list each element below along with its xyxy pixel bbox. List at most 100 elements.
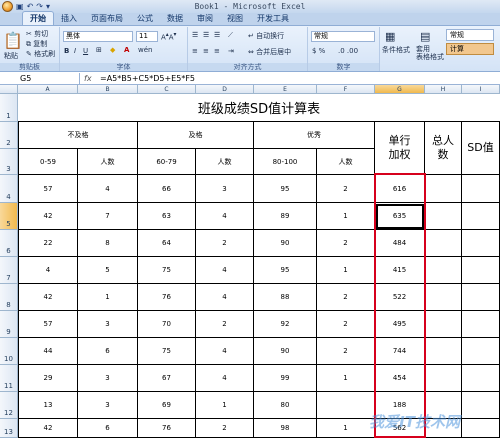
font-name-select[interactable]: 黑体	[63, 31, 133, 42]
group-excellent-header[interactable]: 优秀	[254, 122, 375, 149]
cell-f6[interactable]: 2	[317, 230, 375, 257]
cell-f9[interactable]: 2	[317, 311, 375, 338]
cell-e10[interactable]: 90	[254, 338, 317, 365]
align-center-icon[interactable]: ≡	[203, 47, 209, 55]
total-count-header[interactable]: 总人 数	[425, 122, 462, 175]
cell-f10[interactable]: 2	[317, 338, 375, 365]
cell-a6[interactable]: 22	[18, 230, 78, 257]
cell-h4[interactable]	[425, 175, 462, 203]
cell-i7[interactable]	[462, 257, 500, 284]
col-header-b[interactable]: B	[78, 85, 138, 94]
col-header-h[interactable]: H	[425, 85, 462, 94]
tab-insert[interactable]: 插入	[54, 12, 84, 25]
subheader-range-fail[interactable]: 0-59	[18, 149, 78, 175]
cell-i10[interactable]	[462, 338, 500, 365]
subheader-count-pass[interactable]: 人数	[196, 149, 254, 175]
subheader-count-excellent[interactable]: 人数	[317, 149, 375, 175]
cell-i8[interactable]	[462, 284, 500, 311]
cell-d6[interactable]: 2	[196, 230, 254, 257]
cell-b9[interactable]: 3	[78, 311, 138, 338]
align-middle-icon[interactable]: ☰	[203, 31, 209, 39]
row-header-13[interactable]: 13	[0, 419, 18, 438]
cell-d12[interactable]: 1	[196, 392, 254, 419]
cell-d5[interactable]: 4	[196, 203, 254, 230]
cell-f8[interactable]: 2	[317, 284, 375, 311]
row-header-2[interactable]: 2	[0, 122, 18, 149]
wrap-text-button[interactable]: ↵ 自动换行	[248, 31, 284, 41]
cell-f11[interactable]: 1	[317, 365, 375, 392]
align-bottom-icon[interactable]: ☰	[214, 31, 220, 39]
decimal-icon[interactable]: .0 .00	[338, 47, 358, 55]
cell-c6[interactable]: 64	[138, 230, 196, 257]
cell-a8[interactable]: 42	[18, 284, 78, 311]
fill-color-icon[interactable]: ◆	[110, 46, 115, 54]
cell-c8[interactable]: 76	[138, 284, 196, 311]
cell-e6[interactable]: 90	[254, 230, 317, 257]
cell-c4[interactable]: 66	[138, 175, 196, 203]
row-header-9[interactable]: 9	[0, 311, 18, 338]
cell-g11[interactable]: 454	[375, 365, 425, 392]
subheader-count-fail[interactable]: 人数	[78, 149, 138, 175]
row-header-5[interactable]: 5	[0, 203, 18, 230]
cell-g5[interactable]: 635	[375, 203, 425, 230]
cell-a4[interactable]: 57	[18, 175, 78, 203]
style-normal[interactable]: 常规	[446, 29, 494, 41]
row-weight-header[interactable]: 单行 加权	[375, 122, 425, 175]
tab-view[interactable]: 视图	[220, 12, 250, 25]
table-format-icon[interactable]: ▤	[420, 30, 430, 43]
cell-g8[interactable]: 522	[375, 284, 425, 311]
cell-a13[interactable]: 42	[18, 419, 78, 438]
font-color-icon[interactable]: A	[124, 46, 129, 54]
cell-e12[interactable]: 80	[254, 392, 317, 419]
conditional-format-button[interactable]: 条件格式	[382, 45, 410, 55]
row-header-8[interactable]: 8	[0, 284, 18, 311]
cut-button[interactable]: ✂ 剪切	[26, 29, 48, 39]
col-header-e[interactable]: E	[254, 85, 317, 94]
cell-b11[interactable]: 3	[78, 365, 138, 392]
cell-i13[interactable]	[462, 419, 500, 438]
cell-f5[interactable]: 1	[317, 203, 375, 230]
cell-b5[interactable]: 7	[78, 203, 138, 230]
cell-e9[interactable]: 92	[254, 311, 317, 338]
cell-c12[interactable]: 69	[138, 392, 196, 419]
cell-e13[interactable]: 98	[254, 419, 317, 438]
cell-d13[interactable]: 2	[196, 419, 254, 438]
cell-b7[interactable]: 5	[78, 257, 138, 284]
cell-d11[interactable]: 4	[196, 365, 254, 392]
tab-page-layout[interactable]: 页面布局	[84, 12, 130, 25]
cell-f7[interactable]: 1	[317, 257, 375, 284]
cell-i9[interactable]	[462, 311, 500, 338]
formula-input[interactable]: =A5*B5+C5*D5+E5*F5	[100, 73, 195, 85]
cell-d9[interactable]: 2	[196, 311, 254, 338]
cell-i11[interactable]	[462, 365, 500, 392]
tab-data[interactable]: 数据	[160, 12, 190, 25]
cell-e7[interactable]: 95	[254, 257, 317, 284]
row-header-10[interactable]: 10	[0, 338, 18, 365]
row-header-11[interactable]: 11	[0, 365, 18, 392]
cell-c7[interactable]: 75	[138, 257, 196, 284]
cell-d8[interactable]: 4	[196, 284, 254, 311]
col-header-f[interactable]: F	[317, 85, 375, 94]
sd-value-header[interactable]: SD值	[462, 122, 500, 175]
cell-a7[interactable]: 4	[18, 257, 78, 284]
cell-h9[interactable]	[425, 311, 462, 338]
subheader-range-pass[interactable]: 60-79	[138, 149, 196, 175]
cell-g10[interactable]: 744	[375, 338, 425, 365]
align-left-icon[interactable]: ≡	[192, 47, 198, 55]
group-fail-header[interactable]: 不及格	[18, 122, 138, 149]
bold-icon[interactable]: B	[64, 47, 69, 55]
cell-a12[interactable]: 13	[18, 392, 78, 419]
cell-g6[interactable]: 484	[375, 230, 425, 257]
cell-a9[interactable]: 57	[18, 311, 78, 338]
conditional-format-icon[interactable]: ▦	[385, 30, 395, 43]
border-icon[interactable]: ⊞	[96, 46, 102, 54]
cell-b4[interactable]: 4	[78, 175, 138, 203]
grow-font-icon[interactable]: A▴A▾	[161, 32, 176, 41]
row-header-6[interactable]: 6	[0, 230, 18, 257]
cell-b6[interactable]: 8	[78, 230, 138, 257]
cell-g7[interactable]: 415	[375, 257, 425, 284]
cell-d7[interactable]: 4	[196, 257, 254, 284]
col-header-i[interactable]: I	[462, 85, 500, 94]
cell-h6[interactable]	[425, 230, 462, 257]
select-all-corner[interactable]	[0, 85, 18, 94]
